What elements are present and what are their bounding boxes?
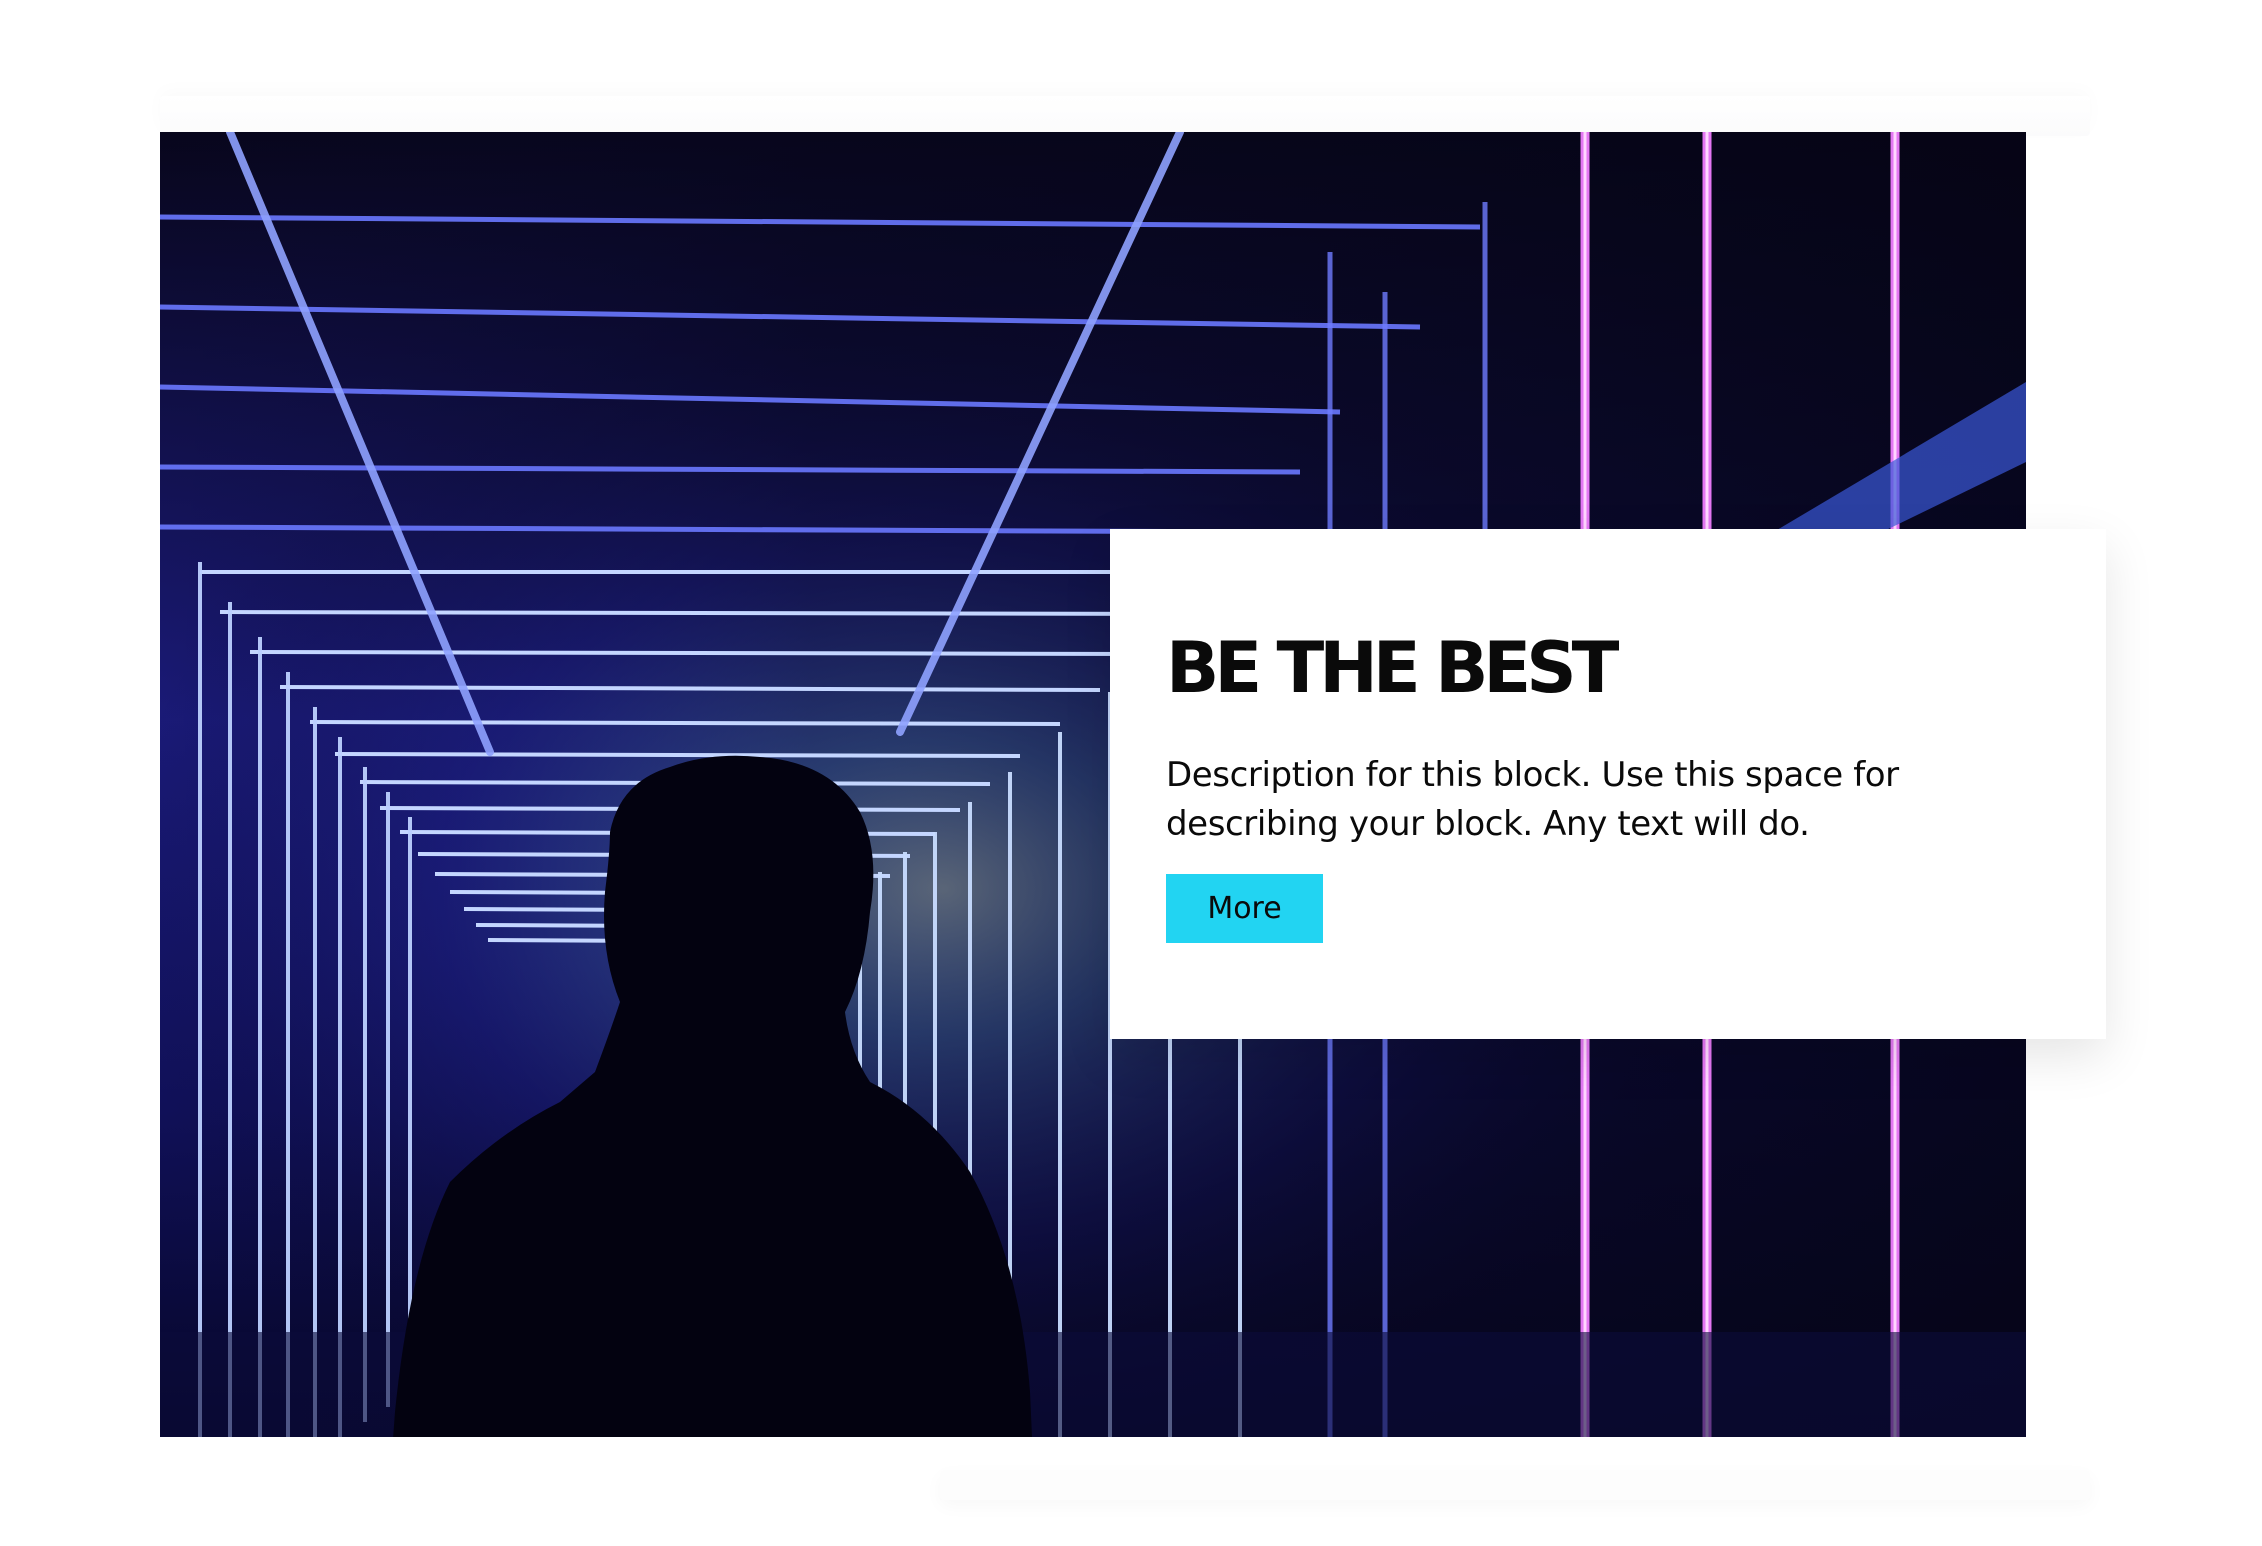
- content-card: BE THE BEST Description for this block. …: [1110, 529, 2106, 1039]
- more-button[interactable]: More: [1166, 874, 1323, 943]
- section-shadow-bottom: [940, 1470, 2090, 1500]
- section-shadow-top: [160, 96, 2090, 136]
- card-title: BE THE BEST: [1166, 627, 1619, 709]
- page: BE THE BEST Description for this block. …: [0, 0, 2262, 1546]
- card-description: Description for this block. Use this spa…: [1166, 755, 1899, 844]
